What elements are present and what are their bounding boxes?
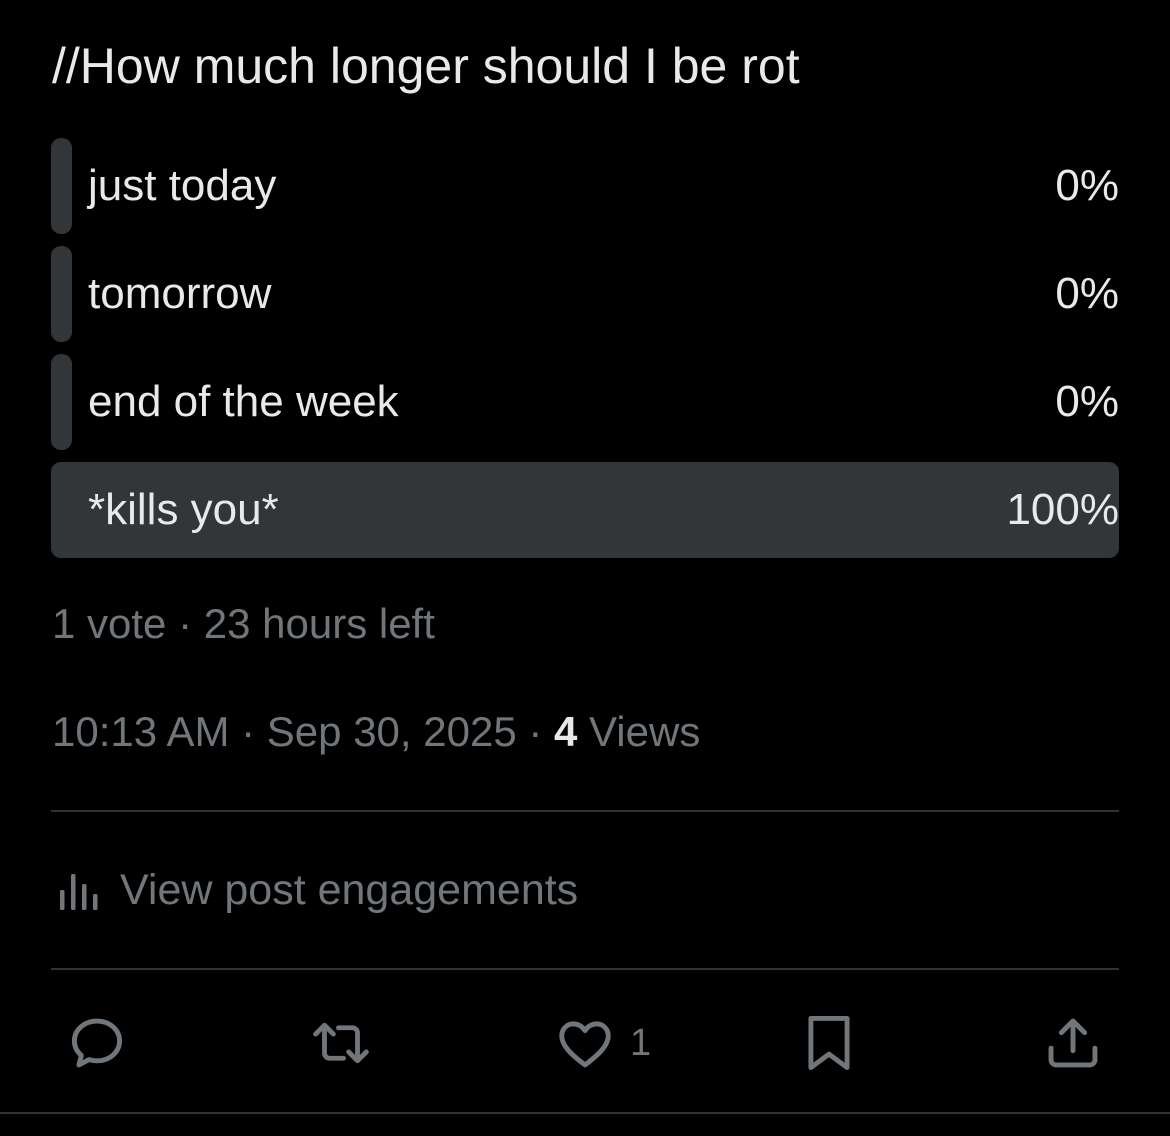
poll-option-percent: 100% [1006,485,1119,534]
poll-option-label: tomorrow [88,269,272,318]
views-label: Views [589,708,701,755]
views-count: 4 [554,708,578,755]
poll-option-percent: 0% [1055,161,1119,210]
bookmark-button[interactable] [800,1012,858,1074]
poll-result-bar [51,138,72,234]
divider [0,1112,1170,1114]
poll-option-label: just today [88,161,277,210]
repost-icon [308,1012,374,1074]
meta-separator: · [229,708,267,755]
poll-option-just-today: just today 0% [51,138,1119,234]
reply-icon [66,1012,128,1074]
poll-option-percent: 0% [1055,269,1119,318]
poll-option-kills-you: *kills you* 100% [51,462,1119,558]
repost-button[interactable] [308,1012,374,1074]
post-date[interactable]: Sep 30, 2025 [267,708,517,755]
divider [51,968,1119,970]
like-button[interactable]: 1 [554,1012,651,1074]
poll-separator: · [166,600,204,647]
bar-chart-icon [56,868,100,912]
divider [51,810,1119,812]
poll-status: 1 vote · 23 hours left [52,596,435,652]
heart-icon [554,1012,616,1074]
poll-result-bar [51,246,72,342]
poll-option-end-of-the-week: end of the week 0% [51,354,1119,450]
post-text: //How much longer should I be rot [52,38,800,94]
poll-vote-count: 1 vote [52,600,167,647]
poll-option-label: *kills you* [88,485,279,534]
poll-result-bar [51,354,72,450]
meta-separator: · [516,708,555,755]
poll-option-percent: 0% [1055,377,1119,426]
like-count: 1 [630,1021,652,1064]
action-bar: 1 [0,1012,1170,1074]
poll-time-left: 23 hours left [203,600,435,647]
poll-option-label: end of the week [88,377,399,426]
view-engagements-label: View post engagements [120,865,579,914]
post-time[interactable]: 10:13 AM [52,708,229,755]
share-icon [1042,1012,1104,1074]
post-timestamp-row: 10:13 AM · Sep 30, 2025 · 4 Views [52,704,700,760]
poll: just today 0% tomorrow 0% end of the wee… [51,138,1119,570]
reply-button[interactable] [66,1012,128,1074]
poll-option-tomorrow: tomorrow 0% [51,246,1119,342]
view-engagements-button[interactable]: View post engagements [56,860,578,920]
share-button[interactable] [1042,1012,1104,1074]
bookmark-icon [800,1012,858,1074]
